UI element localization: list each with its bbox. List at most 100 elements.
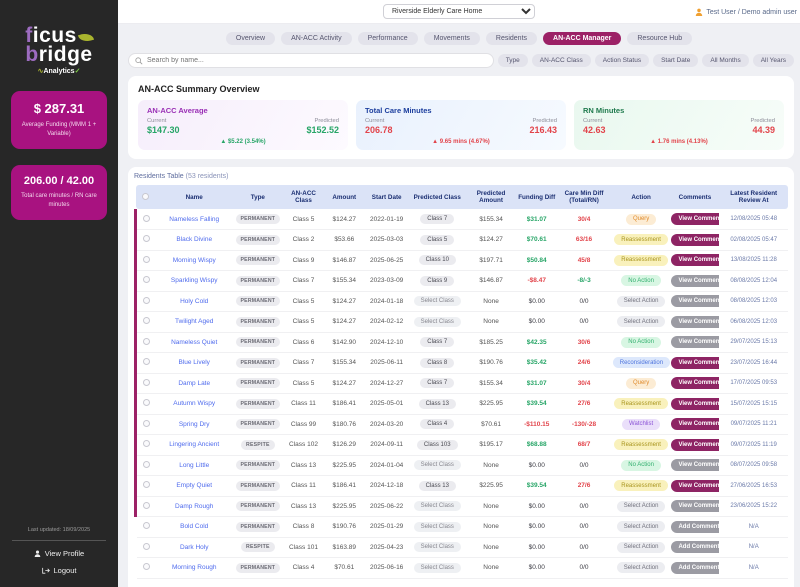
resident-name-link[interactable]: Morning Rough [155,558,233,579]
comment-button[interactable]: View Comment [671,254,719,266]
predicted-class-select[interactable]: Class 7 [420,337,454,347]
comment-button[interactable]: View Comment [671,295,719,307]
action-select[interactable]: Reassessment [614,234,668,245]
predicted-class-select[interactable]: Class 7 [420,378,454,388]
predicted-class-select[interactable]: Class 8 [420,358,454,368]
filter-button[interactable]: Type [498,54,528,67]
comment-button[interactable]: Add Comment [671,521,719,533]
row-checkbox[interactable] [143,235,150,242]
action-select[interactable]: No Action [621,337,661,348]
comment-button[interactable]: View Comment [671,459,719,471]
action-select[interactable]: Select Action [617,316,666,327]
resident-name-link[interactable]: Autumn Wispy [155,394,233,415]
action-select[interactable]: Reconsideration [613,357,670,368]
column-header[interactable]: Comments [670,185,719,209]
filter-button[interactable]: AN-ACC Class [532,54,591,67]
resident-name-link[interactable]: Nameless Quiet [155,332,233,353]
filter-button[interactable]: Action Status [595,54,649,67]
column-header[interactable]: Funding Diff [517,185,556,209]
row-checkbox[interactable] [143,481,150,488]
view-profile-button[interactable]: View Profile [0,549,118,558]
predicted-class-select[interactable]: Select Class [414,317,461,327]
resident-name-link[interactable]: Nameless Falling [155,209,233,230]
facility-selector[interactable]: Riverside Elderly Care Home [383,4,535,19]
action-select[interactable]: Select Action [617,501,666,512]
action-select[interactable]: Watchlist [622,419,660,430]
row-checkbox[interactable] [143,461,150,468]
row-checkbox[interactable] [143,420,150,427]
predicted-class-select[interactable]: Class 10 [419,255,456,265]
resident-name-link[interactable]: Holy Cold [155,291,233,312]
predicted-class-select[interactable]: Select Class [414,522,461,532]
predicted-class-select[interactable]: Select Class [414,296,461,306]
row-checkbox[interactable] [143,215,150,222]
resident-name-link[interactable]: Sparkling Wispy [155,271,233,292]
predicted-class-select[interactable]: Class 103 [417,440,458,450]
row-checkbox[interactable] [143,379,150,386]
column-header[interactable]: Latest Resident Review At [719,185,788,209]
resident-name-link[interactable]: Bold Cold [155,517,233,538]
nav-tab[interactable]: Residents [486,32,537,45]
action-select[interactable]: No Action [621,460,661,471]
column-header[interactable]: AN-ACC Class [282,185,324,209]
resident-name-link[interactable]: Damp Late [155,373,233,394]
resident-name-link[interactable]: Damp Rough [155,496,233,517]
logout-button[interactable]: Logout [0,566,118,575]
comment-button[interactable]: View Comment [671,213,719,225]
nav-tab[interactable]: AN-ACC Manager [543,32,621,45]
nav-tab[interactable]: Overview [226,32,275,45]
comment-button[interactable]: Add Comment [671,562,719,574]
action-select[interactable]: Query [626,214,656,225]
comment-button[interactable]: View Comment [671,234,719,246]
action-select[interactable]: Reassessment [614,480,668,491]
column-header[interactable]: Start Date [364,185,410,209]
nav-tab[interactable]: Movements [424,32,480,45]
column-header[interactable]: Predicted Class [410,185,465,209]
action-select[interactable]: Select Action [617,562,666,573]
comment-button[interactable]: View Comment [671,480,719,492]
predicted-class-select[interactable]: Class 5 [420,235,454,245]
comment-button[interactable]: View Comment [671,275,719,287]
predicted-class-select[interactable]: Select Class [414,460,461,470]
comment-button[interactable]: View Comment [671,377,719,389]
comment-button[interactable]: View Comment [671,418,719,430]
row-checkbox[interactable] [143,317,150,324]
action-select[interactable]: Select Action [617,296,666,307]
action-select[interactable]: Select Action [617,521,666,532]
predicted-class-select[interactable]: Select Class [414,501,461,511]
row-checkbox[interactable] [143,543,150,550]
action-select[interactable]: Reassessment [614,398,668,409]
row-checkbox[interactable] [143,358,150,365]
predicted-class-select[interactable]: Class 9 [420,276,454,286]
predicted-class-select[interactable]: Class 13 [419,481,456,491]
row-checkbox[interactable] [143,522,150,529]
action-select[interactable]: No Action [621,275,661,286]
predicted-class-select[interactable]: Select Class [414,563,461,573]
resident-name-link[interactable]: Spring Dry [155,414,233,435]
comment-button[interactable]: View Comment [671,398,719,410]
resident-name-link[interactable]: Twilight Aged [155,312,233,333]
filter-button[interactable]: All Months [702,54,748,67]
comment-button[interactable]: View Comment [671,336,719,348]
predicted-class-select[interactable]: Class 7 [420,214,454,224]
column-header[interactable]: Care Min Diff (Total/RN) [556,185,611,209]
column-header[interactable]: Type [233,185,282,209]
row-checkbox[interactable] [143,297,150,304]
comment-button[interactable]: View Comment [671,316,719,328]
resident-name-link[interactable]: Morning Wispy [155,250,233,271]
filter-button[interactable]: All Years [753,54,794,67]
search-input[interactable] [147,57,487,64]
row-checkbox[interactable] [143,276,150,283]
filter-button[interactable]: Start Date [653,54,698,67]
predicted-class-select[interactable]: Select Class [414,542,461,552]
nav-tab[interactable]: AN-ACC Activity [281,32,352,45]
predicted-class-select[interactable]: Class 13 [419,399,456,409]
row-checkbox[interactable] [143,440,150,447]
select-all-checkbox[interactable] [142,193,149,200]
resident-name-link[interactable]: Empty Quiet [155,476,233,497]
column-header[interactable]: Amount [325,185,364,209]
resident-name-link[interactable]: Long Little [155,455,233,476]
nav-tab[interactable]: Resource Hub [627,32,692,45]
action-select[interactable]: Select Action [617,542,666,553]
resident-name-link[interactable]: Blue Lively [155,353,233,374]
